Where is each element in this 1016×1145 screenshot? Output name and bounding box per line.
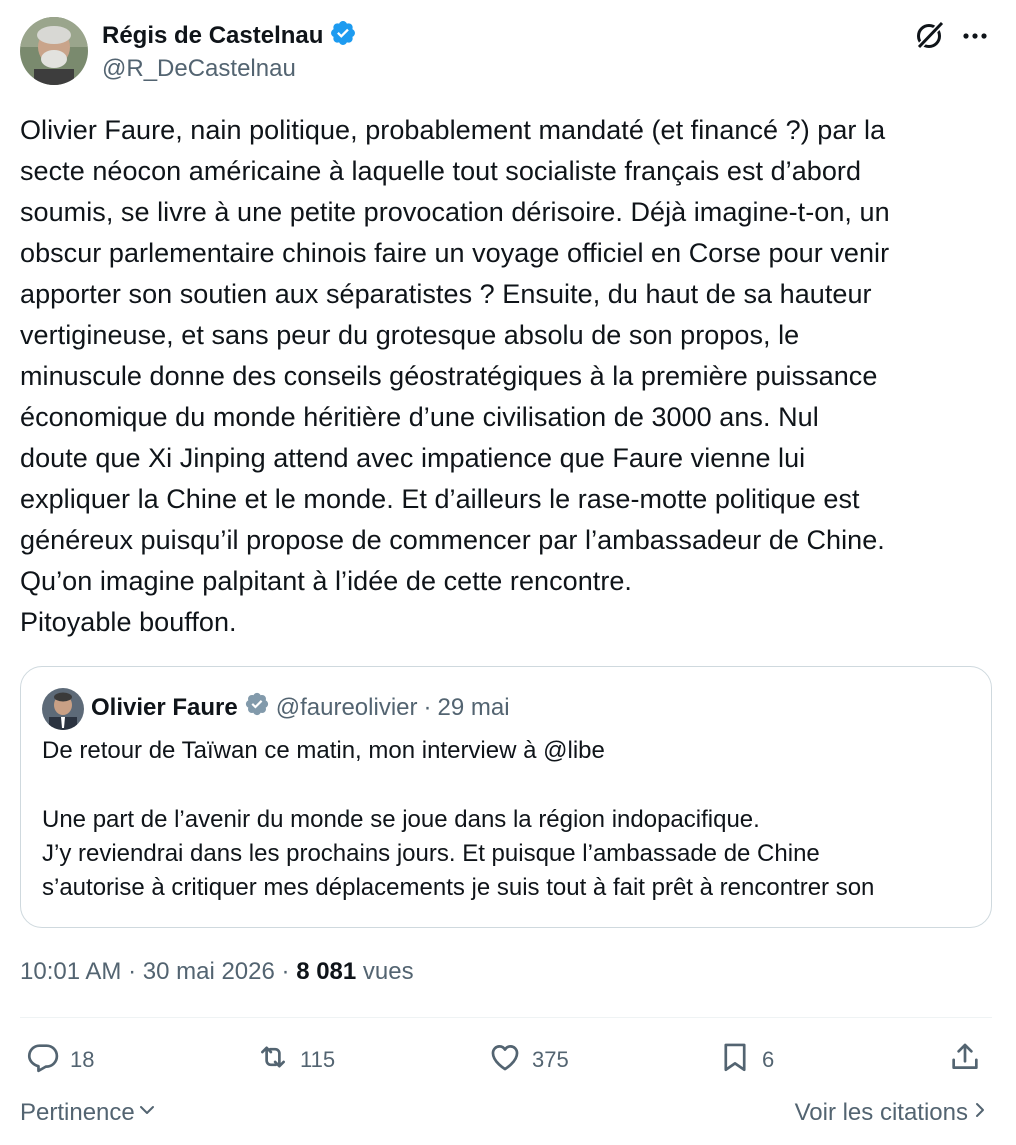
grok-icon[interactable]	[913, 18, 947, 52]
tweet-date[interactable]: 30 mai 2026	[143, 958, 275, 985]
views-label: vues	[362, 958, 414, 985]
views-count: 8 081	[296, 958, 357, 985]
bookmark-count: 6	[762, 1047, 775, 1072]
quoted-author-avatar[interactable]	[42, 688, 84, 730]
reply-icon	[26, 1040, 60, 1080]
retweet-icon	[256, 1040, 290, 1080]
chevron-down-icon	[137, 1098, 157, 1128]
quoted-text-line: Une part de l’avenir du monde se joue da…	[42, 806, 760, 833]
view-quotes-link[interactable]: Voir les citations	[795, 1098, 988, 1128]
verified-badge-icon	[329, 19, 357, 52]
more-dots-icon[interactable]	[959, 20, 991, 52]
bookmark-icon	[718, 1040, 752, 1080]
quoted-author-name[interactable]: Olivier Faure	[91, 693, 238, 723]
tweet-time[interactable]: 10:01 AM	[20, 958, 121, 985]
author-name[interactable]: Régis de Castelnau	[102, 21, 323, 51]
view-quotes-label: Voir les citations	[794, 1099, 968, 1126]
tweet-meta: 10:01 AM · 30 mai 2026 · 8 081 vues	[20, 957, 414, 987]
heart-icon	[488, 1040, 522, 1080]
bookmark-button[interactable]: 6	[718, 1040, 774, 1080]
retweet-button[interactable]: 115	[256, 1040, 335, 1080]
verified-badge-icon	[244, 691, 270, 725]
like-count: 375	[532, 1047, 569, 1072]
share-button[interactable]	[948, 1040, 982, 1080]
quoted-text-line: J’y reviendrai dans les prochains jours.…	[42, 840, 820, 867]
meta-separator: ·	[128, 958, 137, 985]
author-avatar[interactable]	[20, 17, 88, 85]
meta-separator: ·	[281, 958, 290, 985]
author-name-row: Régis de Castelnau	[102, 19, 357, 52]
sort-replies-dropdown[interactable]: Pertinence	[20, 1098, 157, 1128]
tweet-text: Olivier Faure, nain politique, probablem…	[20, 115, 890, 637]
retweet-count: 115	[300, 1047, 336, 1072]
quoted-text-line: s’autorise à critiquer mes déplacements …	[42, 874, 875, 901]
tweet-detail: Régis de Castelnau @R_DeCastelnau Olivie…	[20, 0, 992, 1145]
reply-button[interactable]: 18	[26, 1040, 94, 1080]
quoted-author-handle[interactable]: @faureolivier	[276, 693, 418, 723]
quoted-tweet[interactable]: Olivier Faure @faureolivier · 29 mai De …	[20, 666, 992, 928]
quoted-separator: ·	[423, 694, 432, 721]
quoted-tweet-header: Olivier Faure @faureolivier · 29 mai	[91, 691, 510, 725]
author-handle[interactable]: @R_DeCastelnau	[102, 54, 296, 84]
quoted-text-line: De retour de Taïwan ce matin, mon interv…	[42, 737, 605, 764]
chevron-right-icon	[972, 1098, 988, 1128]
divider	[20, 1017, 992, 1018]
reply-count: 18	[70, 1047, 95, 1072]
sort-label: Pertinence	[20, 1099, 135, 1126]
share-icon	[948, 1040, 982, 1080]
like-button[interactable]: 375	[488, 1040, 569, 1080]
quoted-date[interactable]: 29 mai	[437, 693, 509, 723]
